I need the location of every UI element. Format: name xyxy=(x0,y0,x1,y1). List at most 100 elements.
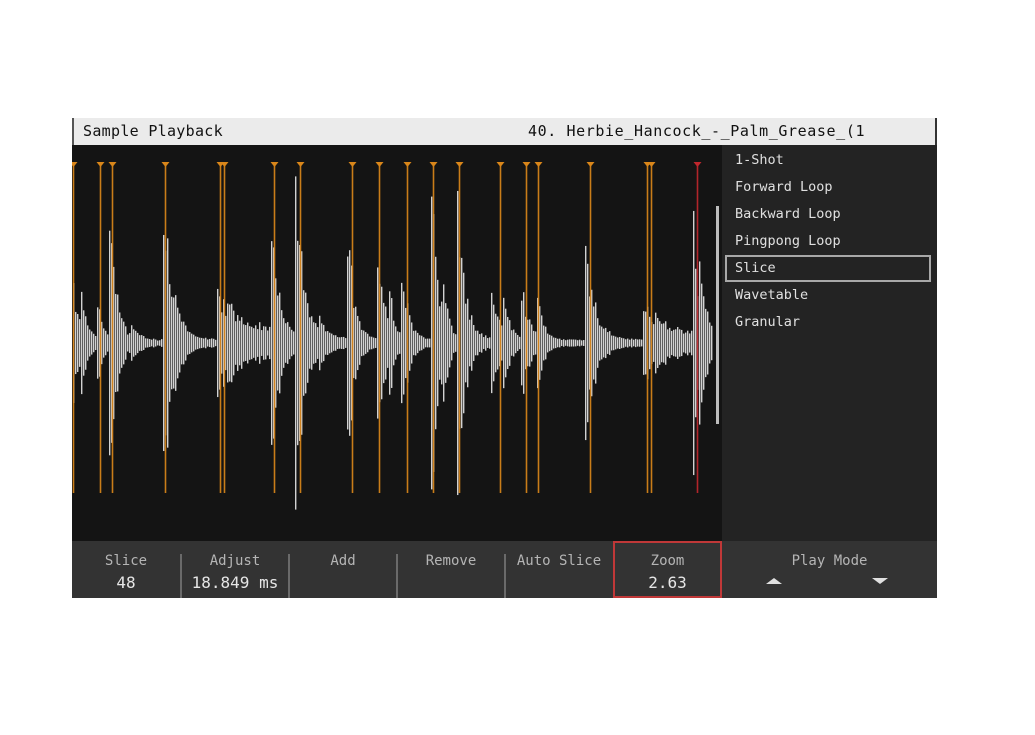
waveform-bar xyxy=(97,307,99,379)
waveform-bar xyxy=(613,335,615,351)
waveform-bar xyxy=(511,330,513,356)
waveform-bar xyxy=(377,267,379,419)
waveform-bar xyxy=(237,315,239,371)
waveform-bar xyxy=(355,306,357,380)
waveform-bar xyxy=(281,310,283,376)
waveform-bar xyxy=(547,333,549,353)
waveform-bar xyxy=(513,329,515,357)
waveform-bar xyxy=(553,337,555,349)
waveform-canvas[interactable] xyxy=(72,145,722,541)
waveform-bar xyxy=(241,317,243,369)
waveform-bar xyxy=(181,321,183,365)
waveform-bar xyxy=(675,329,677,357)
slice-markers xyxy=(72,162,702,493)
waveform-bar xyxy=(103,328,105,358)
waveform-bar xyxy=(85,316,87,370)
waveform-bar xyxy=(197,336,199,350)
waveform-bar xyxy=(633,339,635,347)
play-mode-label: Play Mode xyxy=(791,553,868,569)
waveform-bar xyxy=(123,321,125,365)
waveform-bar xyxy=(147,338,149,348)
waveform-bar xyxy=(493,304,495,382)
waveform-bar xyxy=(109,230,111,456)
waveform-bar xyxy=(293,331,295,355)
playhead[interactable] xyxy=(716,206,719,424)
play-mode-control[interactable]: Play Mode xyxy=(722,541,937,598)
zoom-label: Zoom xyxy=(650,553,685,569)
play-mode-item-1-shot[interactable]: 1-Shot xyxy=(725,147,931,174)
waveform-bar xyxy=(297,240,299,446)
play-mode-list[interactable]: 1-Shot Forward Loop Backward Loop Pingpo… xyxy=(722,145,937,541)
waveform-bar xyxy=(169,284,171,402)
waveform-bar xyxy=(669,327,671,359)
play-mode-item-slice[interactable]: Slice xyxy=(725,255,931,282)
waveform-bar xyxy=(573,339,575,347)
waveform-bar xyxy=(657,318,659,368)
waveform-bar xyxy=(683,333,685,353)
waveform-bar xyxy=(625,339,627,347)
waveform-bar xyxy=(381,286,383,400)
playhead-layer xyxy=(716,206,719,424)
add-label: Add xyxy=(330,553,356,569)
waveform-bar xyxy=(707,311,709,375)
waveform-bar xyxy=(581,340,583,346)
waveform-bar xyxy=(137,332,139,354)
waveform-bar xyxy=(383,302,385,384)
waveform-bar xyxy=(129,333,131,353)
triangle-up-icon[interactable] xyxy=(766,578,782,584)
waveform-bar xyxy=(645,311,647,375)
zoom-button[interactable]: Zoom 2.63 xyxy=(613,541,722,598)
play-mode-item-forward-loop[interactable]: Forward Loop xyxy=(725,174,931,201)
waveform-bar xyxy=(449,318,451,368)
waveform-bar xyxy=(631,338,633,348)
waveform-bar xyxy=(75,311,77,375)
waveform-bar xyxy=(161,339,163,347)
waveform-bar xyxy=(329,332,331,354)
waveform-bar xyxy=(337,337,339,349)
waveform-bar xyxy=(217,288,219,398)
waveform-bar xyxy=(277,295,279,391)
waveform-bar xyxy=(629,339,631,347)
play-mode-item-backward-loop[interactable]: Backward Loop xyxy=(725,201,931,228)
waveform-bar xyxy=(441,301,443,385)
adjust-button[interactable]: Adjust 18.849 ms xyxy=(182,541,288,598)
waveform-bar xyxy=(135,330,137,356)
waveform-bar xyxy=(659,321,661,365)
waveform-bar xyxy=(411,322,413,364)
waveform-bar xyxy=(435,256,437,430)
waveform-bar xyxy=(289,326,291,360)
auto-slice-button[interactable]: Auto Slice xyxy=(506,541,612,598)
waveform-bar xyxy=(389,291,391,395)
waveform-bar xyxy=(679,329,681,357)
remove-slice-button[interactable]: Remove xyxy=(398,541,504,598)
waveform-bar xyxy=(455,334,457,352)
waveform-bar xyxy=(249,326,251,360)
waveform-bar xyxy=(439,306,441,380)
waveform-bar xyxy=(405,307,407,379)
waveform-bar xyxy=(127,334,129,352)
waveform-bar xyxy=(471,315,473,371)
waveform-bar xyxy=(643,311,645,375)
slice-label: Slice xyxy=(104,553,148,569)
waveform-bar xyxy=(227,303,229,383)
waveform-bar xyxy=(233,310,235,376)
play-mode-item-granular[interactable]: Granular xyxy=(725,309,931,336)
slice-button[interactable]: Slice 48 xyxy=(72,541,180,598)
waveform-bar xyxy=(185,325,187,361)
add-slice-button[interactable]: Add xyxy=(290,541,396,598)
slice-marker[interactable] xyxy=(72,162,78,493)
play-mode-item-pingpong-loop[interactable]: Pingpong Loop xyxy=(725,228,931,255)
triangle-down-icon[interactable] xyxy=(872,578,888,584)
slice-marker-flag-icon xyxy=(161,162,170,167)
waveform-bar xyxy=(429,338,431,348)
waveform-bar xyxy=(399,332,401,354)
waveform-bar xyxy=(171,296,173,390)
waveform-bar xyxy=(495,313,497,373)
slice-marker-flag-icon xyxy=(455,162,464,167)
waveform-display[interactable] xyxy=(72,145,722,541)
waveform-bar xyxy=(325,331,327,355)
waveform-bar xyxy=(359,321,361,365)
play-mode-item-wavetable[interactable]: Wavetable xyxy=(725,282,931,309)
adjust-value: 18.849 ms xyxy=(191,573,279,592)
waveform-bar xyxy=(155,339,157,347)
